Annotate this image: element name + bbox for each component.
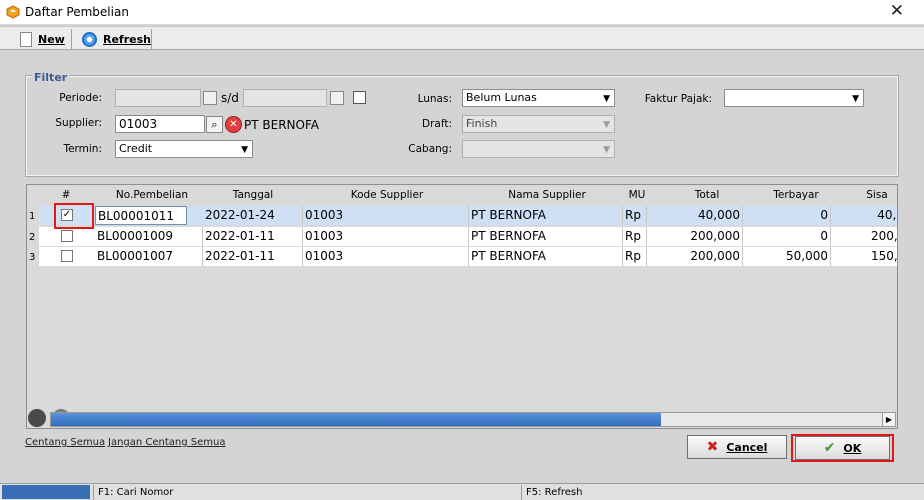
cell-mu: Rp	[623, 227, 647, 246]
faktur-pajak-label: Faktur Pajak:	[644, 93, 712, 105]
toolbar-divider	[71, 29, 72, 49]
cancel-button-label: Cancel	[726, 440, 768, 454]
sd-label: s/d	[221, 91, 239, 105]
termin-label: Termin:	[63, 143, 102, 155]
calendar-icon[interactable]	[203, 91, 217, 105]
refresh-icon	[82, 31, 97, 47]
toolbar-divider	[151, 29, 152, 49]
cell-no-pembelian: BL00001009	[95, 227, 203, 246]
cell-terbayar: 0	[743, 206, 831, 225]
periode-label: Periode:	[59, 92, 102, 104]
new-document-icon	[20, 31, 32, 47]
cell-nama-supplier: PT BERNOFA	[469, 247, 623, 266]
scrollbar-thumb[interactable]	[51, 413, 661, 426]
cell-nama-supplier: PT BERNOFA	[469, 206, 623, 225]
row-checkbox[interactable]	[61, 230, 73, 242]
periode-start-field[interactable]	[115, 89, 201, 107]
column-header-kode-supplier[interactable]: Kode Supplier	[327, 189, 447, 201]
cell-sisa: 200,0	[869, 227, 897, 246]
calendar-icon[interactable]	[330, 91, 344, 105]
column-header-nama-supplier[interactable]: Nama Supplier	[487, 189, 607, 201]
cell-kode-supplier: 01003	[303, 227, 469, 246]
cancel-icon: ✖	[706, 439, 719, 455]
cell-mu: Rp	[623, 206, 647, 225]
cabang-select[interactable]	[462, 140, 615, 158]
termin-select[interactable]: Credit	[115, 140, 253, 158]
supplier-name: PT BERNOFA	[244, 118, 319, 132]
cabang-label: Cabang:	[408, 143, 452, 155]
status-f1: F1: Cari Nomor	[93, 485, 521, 500]
supplier-code-input[interactable]: 01003	[115, 115, 205, 133]
purchase-grid: # No.Pembelian Tanggal Kode Supplier Nam…	[26, 184, 898, 429]
draft-label: Draft:	[421, 118, 452, 130]
table-row[interactable]: ✓ BL00001011 2022-01-24 01003 PT BERNOFA…	[39, 206, 897, 225]
status-progress	[2, 485, 90, 499]
ok-highlight-annotation	[791, 434, 894, 462]
table-row[interactable]: BL00001009 2022-01-11 01003 PT BERNOFA R…	[39, 227, 897, 246]
column-header-total[interactable]: Total	[677, 189, 737, 201]
column-header-mu[interactable]: MU	[625, 189, 649, 201]
status-f5: F5: Refresh	[521, 485, 924, 500]
row-number: 1	[29, 211, 36, 222]
periode-enable-checkbox[interactable]	[353, 91, 366, 104]
toolbar: New Refresh	[0, 26, 924, 50]
cell-no-pembelian: BL00001007	[95, 247, 203, 266]
cell-tanggal: 2022-01-11	[203, 247, 303, 266]
cell-total: 40,000	[647, 206, 743, 225]
cell-sisa: 40,0	[869, 206, 897, 225]
close-icon[interactable]: ✕	[890, 1, 904, 21]
horizontal-scrollbar[interactable]: ▶	[50, 412, 896, 427]
row-number: 3	[29, 252, 36, 263]
cell-total: 200,000	[647, 227, 743, 246]
check-all-link[interactable]: Centang Semua	[25, 437, 105, 448]
cell-sisa: 150,0	[869, 247, 897, 266]
cell-kode-supplier: 01003	[303, 247, 469, 266]
refresh-button-label: Refresh	[103, 32, 151, 46]
scroll-right-icon[interactable]: ▶	[882, 413, 895, 426]
column-header-check[interactable]: #	[61, 189, 71, 201]
uncheck-all-link[interactable]: Jangan Centang Semua	[108, 437, 226, 448]
lunas-label: Lunas:	[417, 93, 452, 105]
periode-end-field[interactable]	[243, 89, 327, 107]
status-bar: F1: Cari Nomor F5: Refresh	[0, 483, 924, 500]
lunas-select[interactable]: Belum Lunas	[462, 89, 615, 107]
filter-legend: Filter	[32, 71, 70, 84]
cell-total: 200,000	[647, 247, 743, 266]
new-button-label: New	[38, 32, 65, 46]
title-bar: Daftar Pembelian ✕	[0, 0, 924, 24]
cell-terbayar: 50,000	[743, 247, 831, 266]
cell-tanggal: 2022-01-24	[203, 206, 303, 225]
clear-icon[interactable]: ✕	[225, 116, 242, 133]
draft-select[interactable]: Finish	[462, 115, 615, 133]
app-logo-icon	[6, 5, 20, 19]
column-header-tanggal[interactable]: Tanggal	[207, 189, 299, 201]
cell-tanggal: 2022-01-11	[203, 227, 303, 246]
faktur-pajak-select[interactable]	[724, 89, 864, 107]
search-icon[interactable]: ⌕	[206, 116, 223, 133]
back-nav-icon[interactable]	[28, 409, 46, 427]
column-header-terbayar[interactable]: Terbayar	[761, 189, 831, 201]
refresh-button[interactable]: Refresh	[82, 29, 151, 49]
cell-mu: Rp	[623, 247, 647, 266]
cell-no-pembelian[interactable]: BL00001011	[95, 206, 187, 225]
window-title: Daftar Pembelian	[25, 5, 129, 19]
column-header-sisa[interactable]: Sisa	[857, 189, 897, 201]
new-button[interactable]: New	[20, 29, 65, 49]
column-header-no-pembelian[interactable]: No.Pembelian	[97, 189, 207, 201]
cell-nama-supplier: PT BERNOFA	[469, 227, 623, 246]
row-number: 2	[29, 232, 36, 243]
cancel-button[interactable]: ✖ Cancel	[687, 435, 787, 459]
supplier-label: Supplier:	[55, 117, 102, 129]
checkbox-highlight-annotation	[54, 203, 94, 229]
row-checkbox[interactable]	[61, 250, 73, 262]
cell-kode-supplier: 01003	[303, 206, 469, 225]
cell-terbayar: 0	[743, 227, 831, 246]
table-row[interactable]: BL00001007 2022-01-11 01003 PT BERNOFA R…	[39, 247, 897, 266]
